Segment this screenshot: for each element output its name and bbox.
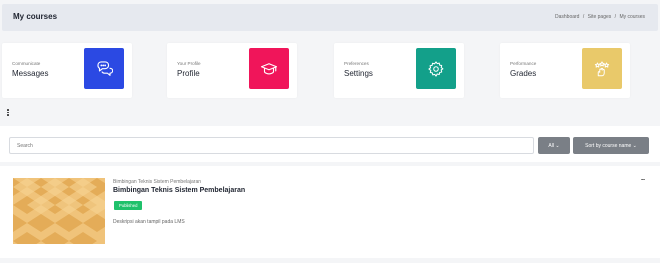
graduation-cap-icon	[249, 48, 289, 89]
stars-icon	[582, 48, 622, 89]
filter-all-dropdown[interactable]: All ⌄	[538, 137, 570, 154]
course-description: Deskripsi akan tampil pada LMS	[113, 219, 185, 225]
course-name-link[interactable]: Bimbingan Teknis Sistem Pembelajaran	[113, 187, 245, 194]
status-badge: Published	[114, 201, 143, 210]
course-actions-menu-icon[interactable]: ...	[641, 176, 645, 182]
card-messages[interactable]: Communicate Messages	[2, 43, 132, 98]
card-big-label: Profile	[177, 69, 200, 78]
breadcrumb-my-courses: My courses	[619, 14, 645, 20]
page-header: My courses Dashboard / Site pages / My c…	[2, 4, 658, 31]
more-vertical-icon[interactable]	[7, 109, 9, 117]
breadcrumb-site-pages[interactable]: Site pages	[588, 14, 612, 20]
card-big-label: Messages	[12, 69, 49, 78]
chat-bubbles-icon	[84, 48, 124, 89]
breadcrumb-dashboard[interactable]: Dashboard	[555, 14, 579, 20]
course-category: Bimbingan Teknis Sistem Pembelajaran	[113, 179, 202, 185]
card-settings[interactable]: Preferences Settings	[334, 43, 464, 98]
course-thumbnail[interactable]	[13, 178, 105, 244]
course-filter-bar: All ⌄ Sort by course name ⌄	[0, 126, 660, 162]
card-grades[interactable]: Performance Grades	[500, 43, 630, 98]
gear-icon	[416, 48, 456, 89]
search-input[interactable]	[9, 137, 534, 154]
page-title: My courses	[13, 12, 58, 21]
card-small-label: Preferences	[344, 61, 369, 66]
course-list-item: Bimbingan Teknis Sistem Pembelajaran Bim…	[0, 166, 660, 258]
card-small-label: Performance	[510, 61, 537, 66]
card-big-label: Settings	[344, 69, 373, 78]
breadcrumb-separator: /	[614, 14, 617, 20]
card-small-label: Communicate	[12, 61, 41, 66]
breadcrumb-separator: /	[582, 14, 585, 20]
breadcrumb: Dashboard / Site pages / My courses	[554, 14, 646, 20]
card-profile[interactable]: Your Profile Profile	[167, 43, 297, 98]
sort-dropdown[interactable]: Sort by course name ⌄	[573, 137, 649, 154]
card-big-label: Grades	[510, 69, 537, 78]
card-small-label: Your Profile	[177, 61, 201, 66]
